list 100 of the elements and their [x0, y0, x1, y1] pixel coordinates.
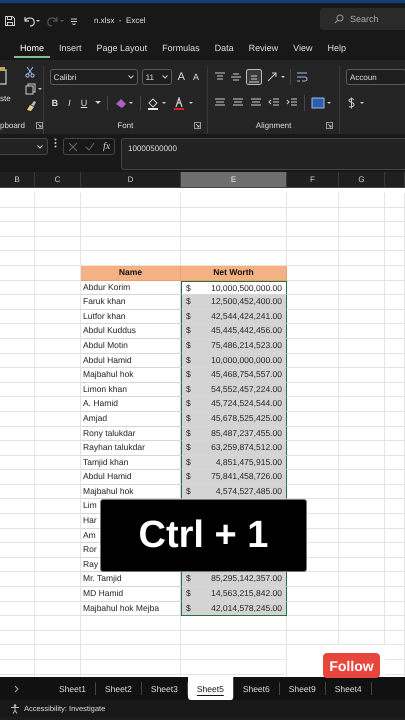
empty-cell[interactable] [287, 193, 339, 208]
value-cell[interactable]: $ 14,563,215,842.00 [181, 587, 287, 602]
scissors-icon[interactable] [24, 66, 35, 78]
empty-cell[interactable] [339, 280, 385, 296]
empty-cell[interactable] [0, 514, 35, 529]
empty-cell[interactable] [339, 616, 385, 631]
empty-cell[interactable] [339, 338, 385, 354]
empty-cell[interactable] [181, 208, 287, 222]
empty-cell[interactable] [0, 193, 35, 208]
empty-cell[interactable] [339, 412, 385, 426]
empty-cell[interactable] [0, 528, 35, 544]
ribbon-tab[interactable]: Insert [53, 40, 88, 58]
empty-cell[interactable] [339, 310, 385, 324]
empty-cell[interactable] [339, 266, 385, 281]
empty-cell[interactable] [35, 354, 81, 368]
value-cell[interactable]: $ 45,445,442,456.00 [181, 324, 287, 339]
empty-cell[interactable] [385, 295, 405, 310]
ribbon-tab[interactable]: Formulas [156, 40, 206, 58]
empty-cell[interactable] [339, 236, 385, 252]
empty-cell[interactable] [35, 514, 81, 529]
empty-cell[interactable] [35, 397, 81, 412]
align-middle-icon[interactable] [230, 71, 242, 83]
column-header[interactable]: C [35, 172, 81, 187]
copy-icon[interactable] [24, 83, 43, 95]
empty-cell[interactable] [339, 251, 385, 266]
align-text-icon[interactable] [232, 98, 244, 108]
accessibility-icon[interactable] [10, 704, 20, 714]
value-cell[interactable]: $ 54,552,457,224.00 [181, 382, 287, 398]
empty-cell[interactable] [385, 470, 405, 485]
empty-cell[interactable] [385, 193, 405, 208]
empty-cell[interactable] [35, 382, 81, 398]
empty-cell[interactable] [385, 572, 405, 588]
empty-cell[interactable] [0, 397, 35, 412]
ribbon-tab[interactable]: Review [242, 40, 284, 58]
cancel-icon[interactable] [68, 142, 78, 152]
ribbon-tab[interactable]: Home [14, 40, 50, 58]
column-header[interactable]: B [0, 172, 35, 187]
empty-cell[interactable] [35, 368, 81, 383]
empty-cell[interactable] [339, 470, 385, 485]
style-button[interactable]: B [50, 98, 60, 108]
empty-cell[interactable] [35, 602, 81, 616]
empty-cell[interactable] [81, 236, 181, 252]
empty-cell[interactable] [35, 660, 81, 675]
empty-cell[interactable] [385, 587, 405, 602]
empty-cell[interactable] [0, 266, 35, 281]
empty-cell[interactable] [81, 208, 181, 222]
empty-cell[interactable] [339, 368, 385, 383]
value-cell[interactable]: $ 4,574,527,485.00 [181, 484, 287, 500]
empty-cell[interactable] [0, 602, 35, 616]
empty-cell[interactable] [339, 630, 385, 646]
empty-cell[interactable] [0, 338, 35, 354]
empty-cell[interactable] [81, 645, 181, 660]
value-cell[interactable]: $ 45,678,525,425.00 [181, 412, 287, 426]
align-bottom-icon[interactable] [246, 69, 262, 85]
formula-field[interactable]: 10000500000 [121, 138, 405, 170]
empty-cell[interactable] [385, 368, 405, 383]
empty-cell[interactable] [385, 310, 405, 324]
empty-cell[interactable] [0, 324, 35, 339]
empty-cell[interactable] [0, 251, 35, 266]
empty-cell[interactable] [35, 441, 81, 456]
empty-cell[interactable] [81, 616, 181, 631]
empty-cell[interactable] [35, 587, 81, 602]
font-color-icon[interactable] [173, 96, 196, 110]
empty-cell[interactable] [385, 543, 405, 558]
empty-cell[interactable] [0, 558, 35, 572]
empty-cell[interactable] [385, 222, 405, 237]
empty-cell[interactable] [287, 251, 339, 266]
empty-cell[interactable] [0, 280, 35, 296]
empty-cell[interactable] [0, 543, 35, 558]
column-header[interactable]: E [181, 172, 287, 187]
empty-cell[interactable] [385, 208, 405, 222]
scroll-right-icon[interactable] [14, 684, 20, 692]
empty-cell[interactable] [35, 193, 81, 208]
empty-cell[interactable] [0, 426, 35, 442]
empty-cell[interactable] [385, 602, 405, 616]
empty-cell[interactable] [35, 338, 81, 354]
grow-font-button[interactable]: A [176, 71, 188, 83]
empty-cell[interactable] [385, 324, 405, 339]
value-cell[interactable]: $ 75,486,214,523.00 [181, 338, 287, 354]
empty-cell[interactable] [339, 441, 385, 456]
style-button[interactable]: I [66, 98, 73, 108]
empty-cell[interactable] [0, 208, 35, 222]
empty-cell[interactable] [385, 382, 405, 398]
empty-cell[interactable] [339, 543, 385, 558]
empty-cell[interactable] [385, 499, 405, 514]
more-icon[interactable] [54, 138, 57, 148]
empty-cell[interactable] [181, 236, 287, 252]
empty-cell[interactable] [0, 441, 35, 456]
style-button[interactable]: U [78, 98, 90, 108]
empty-cell[interactable] [35, 543, 81, 558]
empty-cell[interactable] [0, 222, 35, 237]
ribbon-tab[interactable]: Data [208, 40, 240, 58]
value-cell[interactable]: $ 10,000,500,000.00 [181, 280, 287, 296]
empty-cell[interactable] [339, 456, 385, 470]
currency-icon[interactable] [346, 97, 366, 109]
enter-icon[interactable] [85, 142, 96, 152]
empty-cell[interactable] [0, 499, 35, 514]
empty-cell[interactable] [339, 587, 385, 602]
empty-cell[interactable] [0, 645, 35, 660]
decrease-indent-icon[interactable] [268, 98, 280, 108]
